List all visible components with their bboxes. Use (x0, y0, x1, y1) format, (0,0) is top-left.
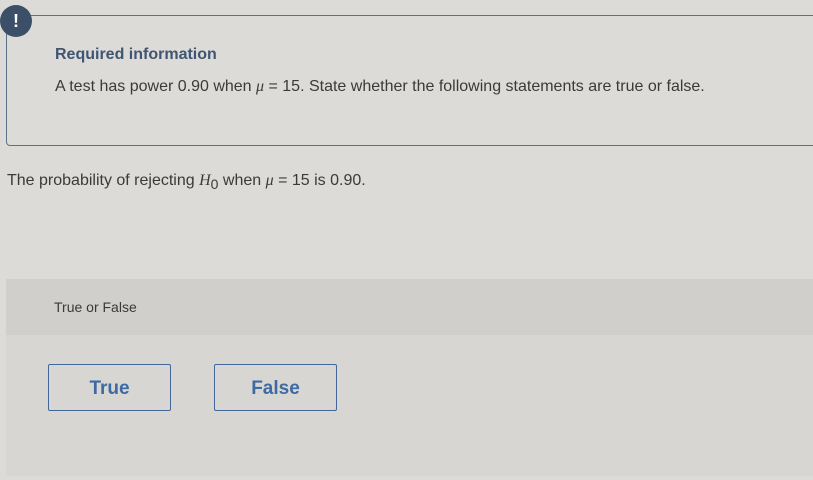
question-text-middle: when (218, 172, 266, 189)
required-information-box: Required information A test has power 0.… (6, 15, 813, 146)
true-button[interactable]: True (48, 364, 171, 411)
question-text-after: = 15 is 0.90. (273, 172, 366, 189)
alert-icon: ! (0, 5, 32, 37)
answer-header: True or False (6, 279, 813, 335)
question-text-before: The probability of rejecting (7, 172, 200, 189)
question-text: The probability of rejecting H0 when μ =… (7, 172, 366, 192)
info-text: A test has power 0.90 when μ = 15. State… (55, 78, 705, 96)
answer-label: True or False (54, 299, 137, 315)
false-button[interactable]: False (214, 364, 337, 411)
info-title: Required information (55, 46, 217, 63)
mu-symbol: μ (265, 172, 274, 189)
h-letter: H (199, 172, 211, 189)
info-text-after: = 15. State whether the following statem… (264, 78, 705, 95)
info-text-before: A test has power 0.90 when (55, 78, 257, 95)
mu-symbol: μ (256, 78, 265, 95)
h-null-symbol: H0 (199, 172, 218, 192)
answer-panel: True or False True False (6, 279, 813, 476)
